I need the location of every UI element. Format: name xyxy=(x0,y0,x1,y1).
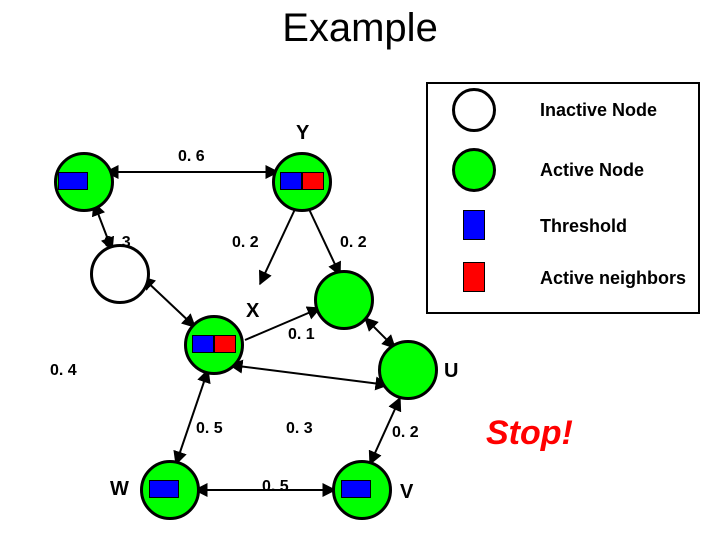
bar-threshold-v xyxy=(341,480,371,498)
weight-02-left: 0. 2 xyxy=(232,234,259,252)
weight-05-wv: 0. 5 xyxy=(262,478,289,496)
legend-label-inactive: Inactive Node xyxy=(540,100,657,121)
weight-01: 0. 1 xyxy=(288,326,315,344)
legend-label-active-neighbors: Active neighbors xyxy=(540,268,686,289)
label-w: W xyxy=(110,478,129,501)
weight-05: 0. 5 xyxy=(196,420,223,438)
bar-threshold-top-left xyxy=(58,172,88,190)
stop-label: Stop! xyxy=(486,414,573,453)
weight-02-mid: 0. 2 xyxy=(340,234,367,252)
legend-threshold-swatch xyxy=(463,210,485,240)
node-mid-right xyxy=(314,270,374,330)
legend-label-active: Active Node xyxy=(540,160,644,181)
weight-02-uv: 0. 2 xyxy=(392,424,419,442)
legend-active-node-icon xyxy=(452,148,496,192)
label-x: X xyxy=(246,300,259,323)
bars-x xyxy=(192,335,236,353)
weight-03-left: 0. 3 xyxy=(104,234,131,252)
node-u xyxy=(378,340,438,400)
weight-04: 0. 4 xyxy=(50,362,77,380)
legend-activeneighbors-swatch xyxy=(463,262,485,292)
node-mid-left xyxy=(90,244,150,304)
legend-inactive-node-icon xyxy=(452,88,496,132)
legend-label-threshold: Threshold xyxy=(540,216,627,237)
page-title: Example xyxy=(0,6,720,51)
weight-06: 0. 6 xyxy=(178,148,205,166)
diagram-stage: Example Inactive Node Active Node Thresh… xyxy=(0,0,720,540)
weight-03-near-u: 0. 3 xyxy=(286,420,313,438)
bar-threshold-w xyxy=(149,480,179,498)
label-y: Y xyxy=(296,122,309,145)
label-u: U xyxy=(444,360,458,383)
bars-y xyxy=(280,172,324,190)
label-v: V xyxy=(400,481,413,504)
